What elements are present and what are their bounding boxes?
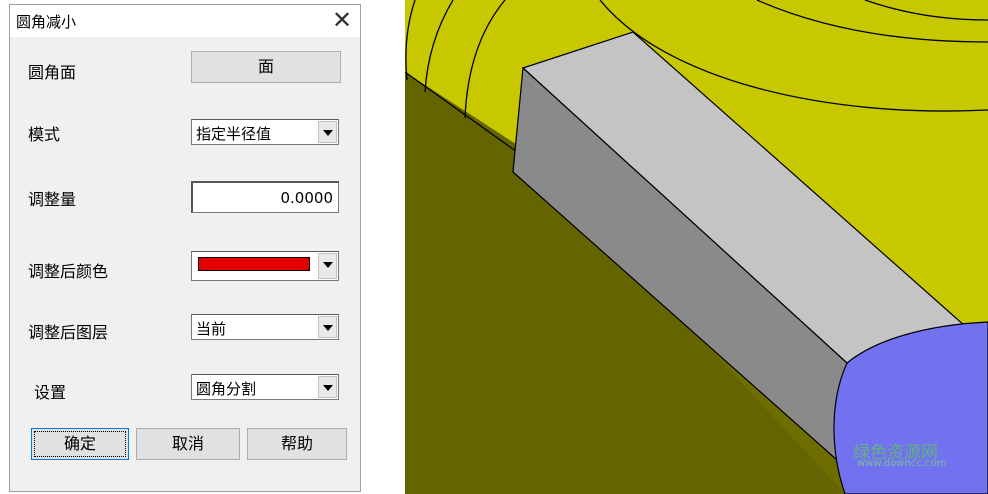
cancel-button[interactable]: 取消	[136, 428, 240, 460]
close-icon[interactable]: ✕	[328, 7, 356, 35]
3d-viewport[interactable]: 绿色资源网 www.downcc.com	[405, 0, 988, 494]
color-select[interactable]	[191, 251, 339, 281]
chevron-down-icon[interactable]	[318, 121, 337, 143]
adjust-amount-label: 调整量	[28, 190, 77, 209]
3d-model-render	[405, 0, 988, 494]
settings-select[interactable]: 圆角分割	[191, 374, 339, 400]
mode-select[interactable]: 指定半径值	[191, 119, 339, 145]
layer-value: 当前	[196, 320, 227, 338]
watermark-url: www.downcc.com	[857, 458, 947, 469]
ok-button[interactable]: 确定	[31, 428, 129, 460]
dialog-titlebar: 圆角减小 ✕	[10, 5, 360, 37]
chevron-down-icon[interactable]	[318, 316, 337, 338]
dialog-title: 圆角减小	[16, 13, 77, 31]
mode-value: 指定半径值	[196, 125, 272, 143]
select-face-button[interactable]: 面	[191, 51, 341, 83]
fillet-reduce-dialog: 圆角减小 ✕ 圆角面 面 模式 指定半径值 调整量 0.0000 调整后颜色 调…	[9, 4, 361, 492]
settings-value: 圆角分割	[196, 380, 257, 398]
adjust-amount-input[interactable]: 0.0000	[191, 181, 339, 213]
adjust-amount-value: 0.0000	[280, 189, 334, 207]
fillet-face-label: 圆角面	[28, 63, 77, 82]
layer-select[interactable]: 当前	[191, 314, 339, 340]
settings-label: 设置	[34, 383, 67, 402]
color-label: 调整后颜色	[28, 262, 109, 281]
chevron-down-icon[interactable]	[318, 253, 337, 279]
help-button[interactable]: 帮助	[247, 428, 347, 460]
layer-label: 调整后图层	[28, 323, 109, 342]
mode-label: 模式	[28, 125, 61, 144]
chevron-down-icon[interactable]	[318, 376, 337, 398]
color-swatch	[198, 257, 310, 271]
